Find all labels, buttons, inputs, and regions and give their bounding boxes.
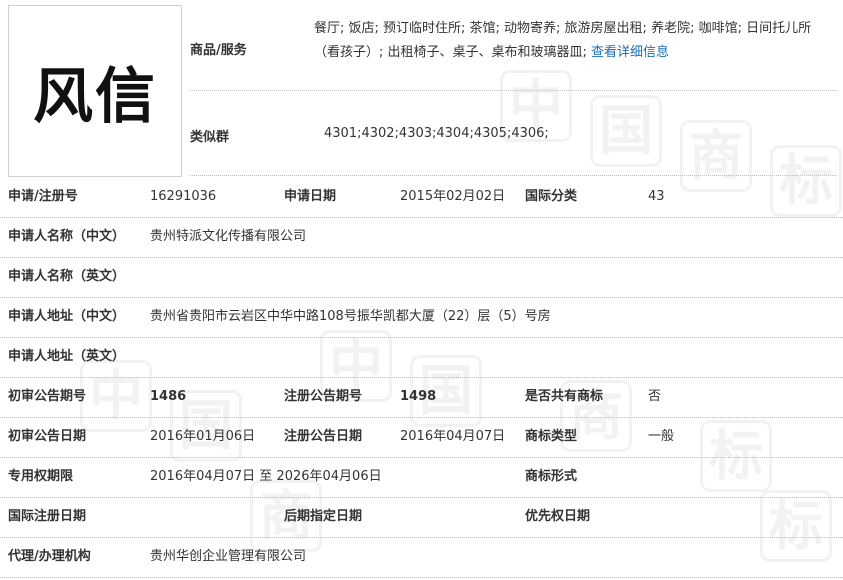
intl-class-value: 43 bbox=[648, 189, 665, 204]
priority-date-label: 优先权日期 bbox=[525, 509, 591, 524]
apply-date-value: 2015年02月02日 bbox=[400, 189, 506, 204]
goods-services-label: 商品/服务 bbox=[190, 43, 247, 58]
prelim-date-value: 2016年01月06日 bbox=[150, 429, 256, 444]
trademark-logo-text: 风信 bbox=[33, 61, 157, 132]
info-row: 国际注册日期 后期指定日期 优先权日期 bbox=[0, 497, 843, 538]
info-row: 申请人名称（英文） bbox=[0, 257, 843, 298]
agent-label: 代理/办理机构 bbox=[8, 549, 91, 564]
info-row: 初审公告日期 2016年01月06日 注册公告日期 2016年04月07日 商标… bbox=[0, 417, 843, 458]
info-row: 申请人地址（中文） 贵州省贵阳市云岩区中华中路108号振华凯都大厦（22）层（5… bbox=[0, 297, 843, 338]
address-cn-label: 申请人地址（中文） bbox=[8, 309, 126, 324]
info-row: 申请人名称（中文） 贵州特派文化传播有限公司 bbox=[0, 217, 843, 258]
info-row: 专用权期限 2016年04月07日 至 2026年04月06日 商标形式 bbox=[0, 457, 843, 498]
view-details-link[interactable]: 查看详细信息 bbox=[591, 45, 669, 60]
goods-services-row: 商品/服务 餐厅; 饭店; 预订临时住所; 茶馆; 动物寄养; 旅游房屋出租; … bbox=[190, 5, 837, 91]
reg-no-label: 申请/注册号 bbox=[8, 189, 78, 204]
apply-date-label: 申请日期 bbox=[284, 189, 337, 204]
mark-form-label: 商标形式 bbox=[525, 469, 578, 484]
reg-no-value: 16291036 bbox=[150, 189, 217, 204]
applicant-en-label: 申请人名称（英文） bbox=[8, 269, 126, 284]
info-row: 代理/办理机构 贵州华创企业管理有限公司 bbox=[0, 537, 843, 578]
address-en-label: 申请人地址（英文） bbox=[8, 349, 126, 364]
trademark-image: 风信 bbox=[8, 5, 182, 177]
reg-date-label: 注册公告日期 bbox=[284, 429, 363, 444]
reg-date-value: 2016年04月07日 bbox=[400, 429, 506, 444]
shared-mark-value: 否 bbox=[648, 389, 662, 404]
similar-group-label: 类似群 bbox=[190, 130, 230, 145]
agent-value: 贵州华创企业管理有限公司 bbox=[150, 549, 307, 564]
exclusive-period-value: 2016年04月07日 至 2026年04月06日 bbox=[150, 469, 382, 484]
mark-type-label: 商标类型 bbox=[525, 429, 578, 444]
info-row: 申请人地址（英文） bbox=[0, 337, 843, 378]
applicant-cn-label: 申请人名称（中文） bbox=[8, 229, 126, 244]
exclusive-period-label: 专用权期限 bbox=[8, 469, 74, 484]
intl-reg-date-label: 国际注册日期 bbox=[8, 509, 87, 524]
reg-issue-value: 1498 bbox=[400, 389, 437, 404]
shared-mark-label: 是否共有商标 bbox=[525, 389, 604, 404]
intl-class-label: 国际分类 bbox=[525, 189, 578, 204]
similar-group-value: 4301;4302;4303;4304;4305;4306; bbox=[324, 126, 549, 141]
info-row: 申请/注册号 16291036 申请日期 2015年02月02日 国际分类 43 bbox=[0, 177, 843, 218]
address-cn-value: 贵州省贵阳市云岩区中华中路108号振华凯都大厦（22）层（5）号房 bbox=[150, 309, 551, 324]
reg-issue-label: 注册公告期号 bbox=[284, 389, 363, 404]
prelim-issue-value: 1486 bbox=[150, 389, 187, 404]
later-designation-date-label: 后期指定日期 bbox=[284, 509, 363, 524]
applicant-cn-value: 贵州特派文化传播有限公司 bbox=[150, 229, 307, 244]
similar-group-row: 类似群 4301;4302;4303;4304;4305;4306; bbox=[190, 90, 837, 176]
goods-services-value: 餐厅; 饭店; 预订临时住所; 茶馆; 动物寄养; 旅游房屋出租; 养老院; 咖… bbox=[314, 17, 837, 65]
mark-type-value: 一般 bbox=[648, 429, 675, 444]
prelim-issue-label: 初审公告期号 bbox=[8, 389, 87, 404]
goods-services-text: 餐厅; 饭店; 预订临时住所; 茶馆; 动物寄养; 旅游房屋出租; 养老院; 咖… bbox=[314, 21, 812, 60]
prelim-date-label: 初审公告日期 bbox=[8, 429, 87, 444]
info-row: 初审公告期号 1486 注册公告期号 1498 是否共有商标 否 bbox=[0, 377, 843, 418]
